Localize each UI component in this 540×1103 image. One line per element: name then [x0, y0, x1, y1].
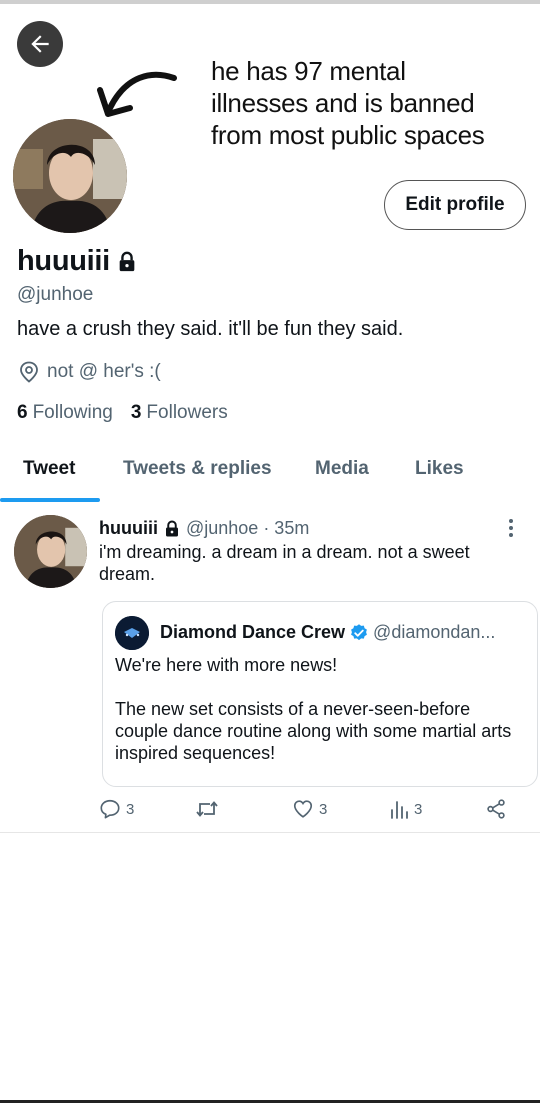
location-pin-icon — [20, 361, 38, 383]
tweet-actions: 3 3 3 — [99, 798, 519, 824]
quote-author-name: Diamond Dance Crew — [160, 622, 346, 642]
tweet-avatar[interactable] — [14, 515, 87, 588]
hand-drawn-arrow-icon — [97, 71, 177, 117]
like-count: 3 — [319, 800, 328, 818]
tweet-author-name[interactable]: huuuiii — [99, 518, 158, 539]
share-button[interactable] — [485, 798, 507, 820]
tab-media[interactable]: Media — [315, 458, 369, 480]
edit-profile-button[interactable]: Edit profile — [384, 180, 526, 230]
profile-name-row: huuuiii — [17, 245, 138, 278]
heart-icon — [293, 800, 313, 818]
caption-line: he has 97 mental — [211, 56, 406, 86]
reply-button[interactable]: 3 — [99, 798, 134, 820]
profile-location: not @ her's :( — [19, 361, 161, 383]
reply-count: 3 — [126, 800, 135, 818]
arrow-left-icon — [31, 35, 49, 53]
verified-badge-icon — [351, 623, 367, 640]
profile-tabs: Tweet Tweets & replies Media Likes — [0, 448, 540, 502]
status-strip — [0, 0, 540, 4]
share-icon — [487, 799, 505, 819]
followers-link[interactable]: 3 Followers — [131, 402, 228, 424]
followers-count: 3 — [130, 402, 142, 423]
lock-icon — [119, 251, 135, 271]
meme-caption: he has 97 mental illnesses and is banned… — [211, 55, 531, 151]
tweet-divider — [0, 832, 540, 833]
active-tab-indicator — [0, 498, 100, 502]
quote-paragraph: We're here with more news! — [115, 655, 338, 675]
profile-bio: have a crush they said. it'll be fun the… — [17, 318, 404, 340]
follow-stats: 6 Following 3 Followers — [17, 402, 228, 424]
views-count: 3 — [414, 800, 423, 818]
quoted-tweet[interactable]: Diamond Dance Crew @diamondan... We're h… — [102, 601, 538, 787]
views-button[interactable]: 3 — [389, 798, 422, 820]
more-options-icon[interactable] — [507, 518, 515, 538]
following-count: 6 — [17, 402, 28, 423]
tab-tweet[interactable]: Tweet — [23, 458, 75, 480]
quote-paragraph: The new set consists of a never-seen-bef… — [115, 699, 512, 763]
tab-tweets-replies[interactable]: Tweets & replies — [123, 458, 272, 480]
profile-name: huuuiii — [17, 245, 110, 277]
tab-likes[interactable]: Likes — [415, 458, 464, 480]
quote-avatar — [115, 616, 149, 650]
followers-label: Followers — [146, 402, 228, 423]
retweet-button[interactable] — [195, 798, 219, 820]
quote-body: We're here with more news! The new set c… — [115, 654, 525, 786]
tweet-author-handle[interactable]: @junhoe — [186, 518, 258, 539]
lock-icon — [165, 520, 178, 536]
back-button[interactable] — [17, 21, 63, 67]
tweet-time: · 35m — [263, 518, 310, 538]
following-link[interactable]: 6 Following — [17, 402, 113, 424]
caption-line: from most public spaces — [211, 120, 485, 150]
profile-avatar[interactable] — [13, 119, 127, 233]
quote-author-handle: @diamondan... — [373, 622, 496, 642]
following-label: Following — [32, 402, 113, 423]
profile-handle: @junhoe — [17, 284, 94, 305]
tweet-text: i'm dreaming. a dream in a dream. not a … — [99, 542, 470, 584]
reply-icon — [100, 799, 120, 819]
quote-header: Diamond Dance Crew @diamondan... — [160, 622, 495, 643]
location-text: not @ her's :( — [47, 361, 161, 382]
caption-line: illnesses and is banned — [211, 88, 475, 118]
retweet-icon — [196, 801, 218, 817]
analytics-icon — [391, 801, 408, 819]
tweet-header: huuuiii @junhoe · 35m — [99, 518, 309, 539]
like-button[interactable]: 3 — [292, 798, 327, 820]
